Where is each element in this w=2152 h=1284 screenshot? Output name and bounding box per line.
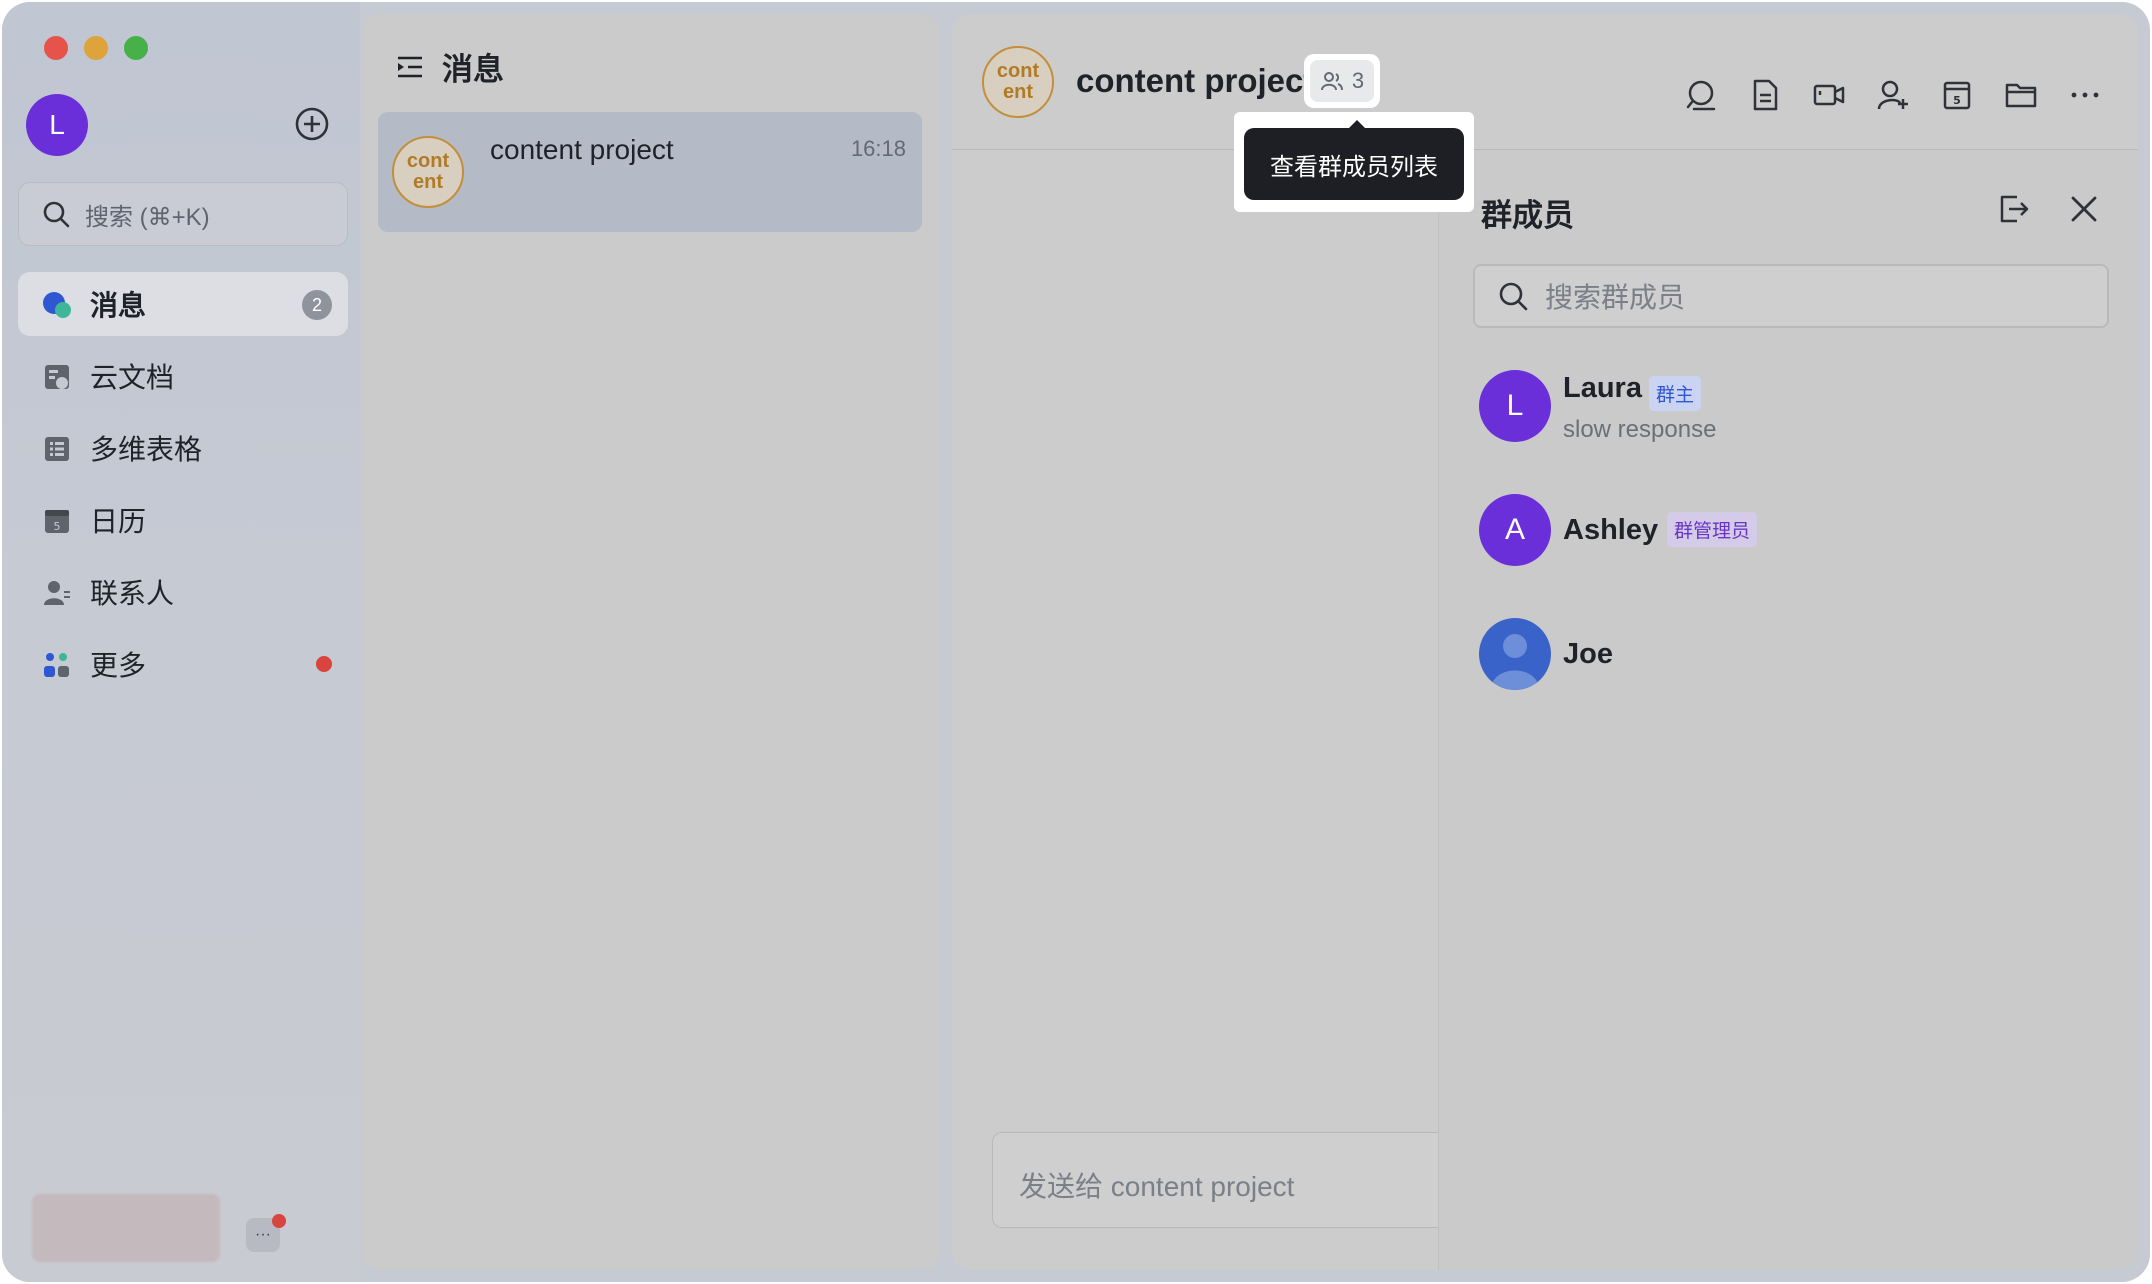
chat-header: cont ent content project 3 5 [952,14,2138,150]
unread-count-badge: 2 [302,290,332,320]
add-member-icon[interactable] [1876,78,1910,112]
message-input-placeholder: 发送给 content project [1019,1171,1295,1202]
more-apps-icon [44,653,69,677]
member-status: slow response [1563,416,1717,443]
svg-text:5: 5 [1953,94,1961,107]
default-user-icon [1491,634,1539,690]
search-icon [43,201,70,228]
user-avatar[interactable]: L [26,94,88,156]
conversation-name: content project [490,134,674,165]
member-search-input[interactable]: 搜索群成员 [1473,264,2109,328]
global-search-placeholder: 搜索 (⌘+K) [85,203,210,231]
message-input[interactable]: 发送给 content project [992,1132,1492,1228]
sidebar-item-contacts[interactable]: 联系人 [18,560,348,624]
chat-group-avatar[interactable]: cont ent [982,46,1054,118]
admin-tag: 群管理员 [1667,512,1758,547]
calendar-icon: 5 [45,510,69,533]
sidebar-item-label: 云文档 [90,362,175,393]
member-row[interactable]: Joe [1479,618,2099,694]
window-close-button[interactable] [44,36,68,60]
contacts-icon [44,581,70,605]
window-minimize-button[interactable] [84,36,108,60]
member-avatar: A [1479,494,1551,566]
group-avatar: cont ent [392,136,464,208]
notification-dot [272,1214,286,1228]
members-panel-title: 群成员 [1481,198,1574,233]
doc-icon[interactable] [1748,78,1782,112]
member-name: Joe [1563,638,1613,670]
more-icon[interactable] [2068,78,2102,112]
member-count-button[interactable]: 3 [1304,54,1380,108]
owner-tag: 群主 [1649,376,1702,411]
video-call-icon[interactable] [1812,78,1846,112]
tooltip-container: 查看群成员列表 [1234,112,1474,212]
app-window: L 搜索 (⌘+K) 消息 2 云文档 多维表格 5 日历 联系人 更多 ···… [2,2,2150,1282]
collapse-sidebar-icon[interactable] [394,51,426,83]
sidebar-item-label: 日历 [90,506,147,537]
leave-group-icon[interactable] [1997,192,2031,226]
sidebar-item-label: 消息 [90,290,147,321]
blurred-status-area [32,1194,220,1262]
messages-icon [43,292,71,318]
member-row[interactable]: A Ashley 群管理员 [1479,494,2099,570]
list-header: 消息 [394,44,504,89]
docs-icon [45,365,69,389]
plus-circle-icon [295,107,329,141]
sidebar: L 搜索 (⌘+K) 消息 2 云文档 多维表格 5 日历 联系人 更多 ··· [2,2,360,1282]
member-name: Laura [1563,372,1642,404]
sidebar-item-label: 多维表格 [90,434,203,465]
global-search-input[interactable]: 搜索 (⌘+K) [18,182,348,246]
conversation-time: 16:18 [850,136,906,161]
calendar-tab-icon[interactable]: 5 [1940,78,1974,112]
member-row[interactable]: L Laura 群主 slow response [1479,370,2099,446]
new-indicator-dot [316,656,332,672]
member-count: 3 [1351,68,1365,93]
chat-title[interactable]: content project [1076,62,1314,100]
folder-icon[interactable] [2004,78,2038,112]
sidebar-item-label: 联系人 [90,578,175,609]
sidebar-item-messages[interactable]: 消息 2 [18,272,348,336]
close-icon[interactable] [2067,192,2101,226]
member-avatar [1479,618,1551,690]
member-name: Ashley [1563,514,1659,546]
conversation-item[interactable]: cont ent content project 16:18 [378,112,922,232]
member-avatar: L [1479,370,1551,442]
member-search-placeholder: 搜索群成员 [1545,282,1686,313]
list-title: 消息 [442,52,504,87]
chat-pane: cont ent content project 3 5 发送给 content… [952,14,2138,1270]
svg-text:5: 5 [54,520,61,533]
conversation-list-panel: 消息 cont ent content project 16:18 [362,14,940,1270]
sidebar-item-more[interactable]: 更多 [18,632,348,696]
member-list-tooltip: 查看群成员列表 [1244,128,1464,200]
sidebar-item-docs[interactable]: 云文档 [18,344,348,408]
search-icon [1499,282,1528,311]
search-chat-icon[interactable] [1684,78,1718,112]
members-icon [1320,72,1343,91]
group-members-panel: 群成员 搜索群成员 L Laura 群主 slow response A Ash… [1438,150,2138,1270]
sidebar-item-bitable[interactable]: 多维表格 [18,416,348,480]
table-icon [45,437,69,461]
create-new-button[interactable] [294,106,330,142]
window-maximize-button[interactable] [124,36,148,60]
sidebar-item-calendar[interactable]: 5 日历 [18,488,348,552]
sidebar-item-label: 更多 [90,650,147,681]
